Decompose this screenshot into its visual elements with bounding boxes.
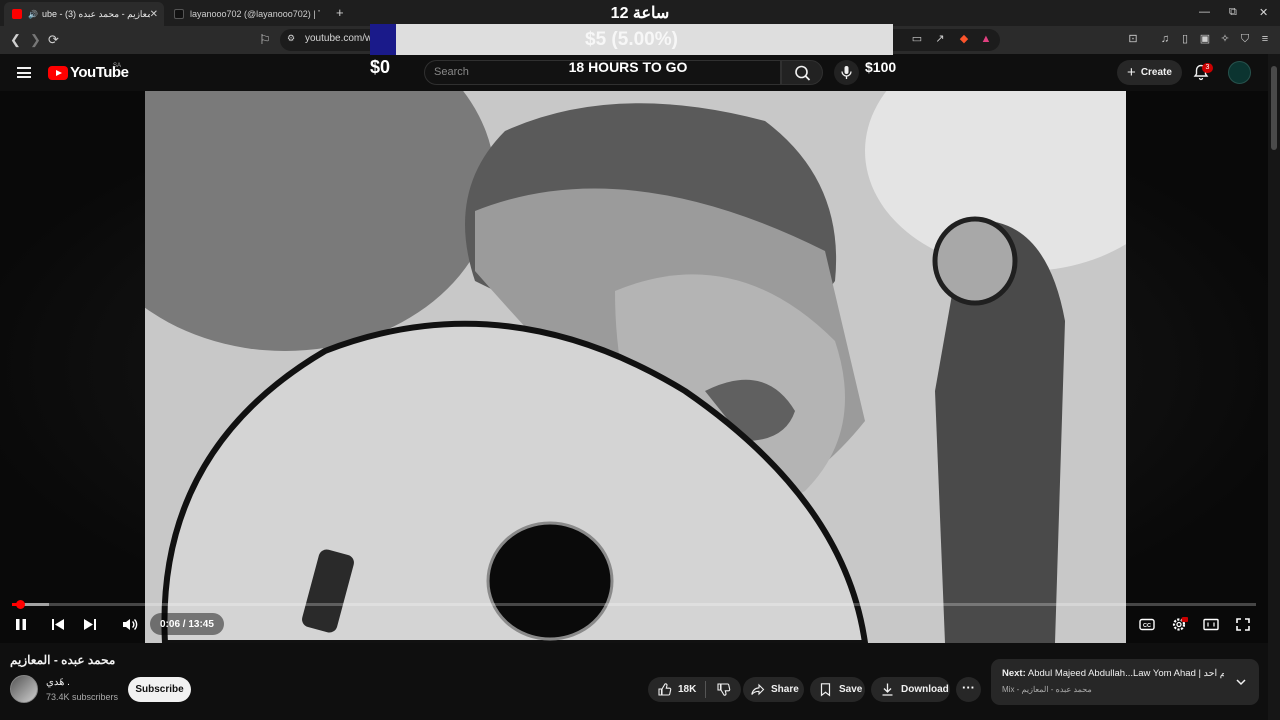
like-count: 18K [678,684,697,695]
wallet-icon[interactable]: ▣ [1198,32,1212,46]
back-icon[interactable]: ❮ [10,32,21,48]
theater-mode-icon[interactable] [1202,616,1220,633]
music-icon[interactable]: ♫ [1158,32,1172,46]
search-button[interactable] [781,60,823,85]
brave-shield-icon[interactable]: ◆ [957,32,971,46]
next-icon[interactable] [81,616,99,633]
vpn-icon[interactable]: ⛉ [1238,32,1252,46]
subscribe-button[interactable]: Subscribe [128,677,191,702]
donation-goal-countdown: 18 HOURS TO GO [568,59,688,75]
progress-bar-track[interactable] [12,603,1256,606]
notification-count-badge: 3 [1202,63,1213,73]
svg-text:CC: CC [1143,623,1151,629]
plus-icon: + [1127,64,1136,81]
download-label: Download [901,684,949,695]
tab-close-icon[interactable]: ✕ [150,9,158,20]
video-still-image [145,91,1126,643]
like-dislike-group: 18K [648,677,741,702]
search-placeholder: Search [434,66,469,78]
maximize-icon[interactable]: ⧉ [1229,6,1237,19]
overlay-hours-label: 12 ساعة [610,5,670,22]
youtube-logo-play-icon [56,69,62,76]
screenshot-icon[interactable]: ⊡ [1126,32,1140,46]
youtube-favicon-icon [12,9,22,19]
search-icon [795,65,811,81]
save-label: Save [839,684,863,695]
video-frame[interactable] [145,91,1126,643]
video-title: محمد عبده - المعازيم [10,653,116,667]
channel-avatar[interactable] [10,675,38,703]
menu-icon[interactable]: ≡ [1258,32,1272,46]
tab-title: layanooo702 (@layanooo702) | TikTo [190,9,320,19]
captions-icon[interactable]: CC [1138,616,1156,633]
thumbs-down-icon[interactable] [716,682,731,697]
subscriber-count: 73.4K subscribers [46,692,119,702]
donation-goal-min: $0 [370,57,391,77]
up-next-card[interactable] [991,659,1259,705]
save-button[interactable]: Save [810,677,865,702]
up-next-video-title: Abdul Majeed Abdullah...Law Yom Ahad | ـ… [1027,668,1224,679]
browser-tab-tiktok[interactable]: layanooo702 (@layanooo702) | TikTo [166,2,332,26]
up-next-subtitle: Mix - محمد عبده - المعازيم [1002,685,1092,694]
thumbs-up-icon [658,683,672,696]
voice-search-button[interactable] [834,60,859,85]
microphone-icon [841,66,852,79]
tab-title: ube - المعازيم - محمد عبده (3) [41,8,150,19]
fullscreen-icon[interactable] [1234,616,1252,633]
time-display: 0:06 / 13:45 [150,613,224,635]
more-actions-icon[interactable]: ··· [956,677,981,702]
account-avatar[interactable] [1228,61,1251,84]
settings-gear-icon[interactable] [1170,616,1188,633]
site-info-icon[interactable]: ⚙ [287,33,295,44]
save-bookmark-icon [820,683,831,697]
pause-icon[interactable] [12,616,30,633]
share-button[interactable]: Share [743,677,804,702]
ai-icon[interactable]: ✧ [1218,32,1232,46]
up-next-prefix: Next: [1002,668,1026,679]
tiktok-favicon-icon [174,9,184,19]
channel-name[interactable]: هَدي . [46,677,70,688]
address-bar-url: youtube.com/w [305,33,373,44]
previous-icon[interactable] [49,616,67,633]
rewards-icon[interactable]: ▲ [979,32,993,46]
create-label: Create [1140,67,1172,78]
speaker-icon: 🔊 [28,9,38,19]
create-button[interactable]: + Create [1117,60,1182,85]
like-button[interactable]: 18K [657,682,696,697]
forward-icon[interactable]: ❯ [30,32,41,48]
download-icon [882,683,893,696]
donation-goal-bar: $5 (5.00%) [370,24,893,55]
volume-icon[interactable] [121,616,139,633]
page-scrollbar[interactable] [1268,54,1280,720]
up-next-title[interactable]: Next: Abdul Majeed Abdullah...Law Yom Ah… [1002,668,1224,679]
share-page-icon[interactable]: ↗ [933,32,947,46]
like-divider [705,681,707,698]
cast-icon[interactable]: ▭ [910,32,924,46]
hamburger-menu-icon[interactable] [17,67,31,78]
share-label: Share [771,684,799,695]
new-tab-icon[interactable]: + [336,5,344,20]
chevron-down-icon[interactable] [1235,676,1247,688]
bookmark-icon[interactable]: ⚐ [259,32,271,48]
donation-goal-max: $100 [865,59,897,75]
page-scrollbar-thumb[interactable] [1271,66,1277,150]
share-icon [751,683,765,696]
sidebar-icon[interactable]: ▯ [1178,32,1192,46]
window-close-icon[interactable]: ✕ [1259,6,1268,19]
browser-tab-youtube[interactable]: 🔊 ube - المعازيم - محمد عبده (3) ✕ [4,2,164,26]
country-code: SA [113,63,122,69]
reload-icon[interactable]: ⟳ [48,32,59,48]
minimize-icon[interactable]: — [1199,6,1210,18]
donation-goal-progress-label: $5 (5.00%) [585,29,678,50]
download-button[interactable]: Download [871,677,950,702]
